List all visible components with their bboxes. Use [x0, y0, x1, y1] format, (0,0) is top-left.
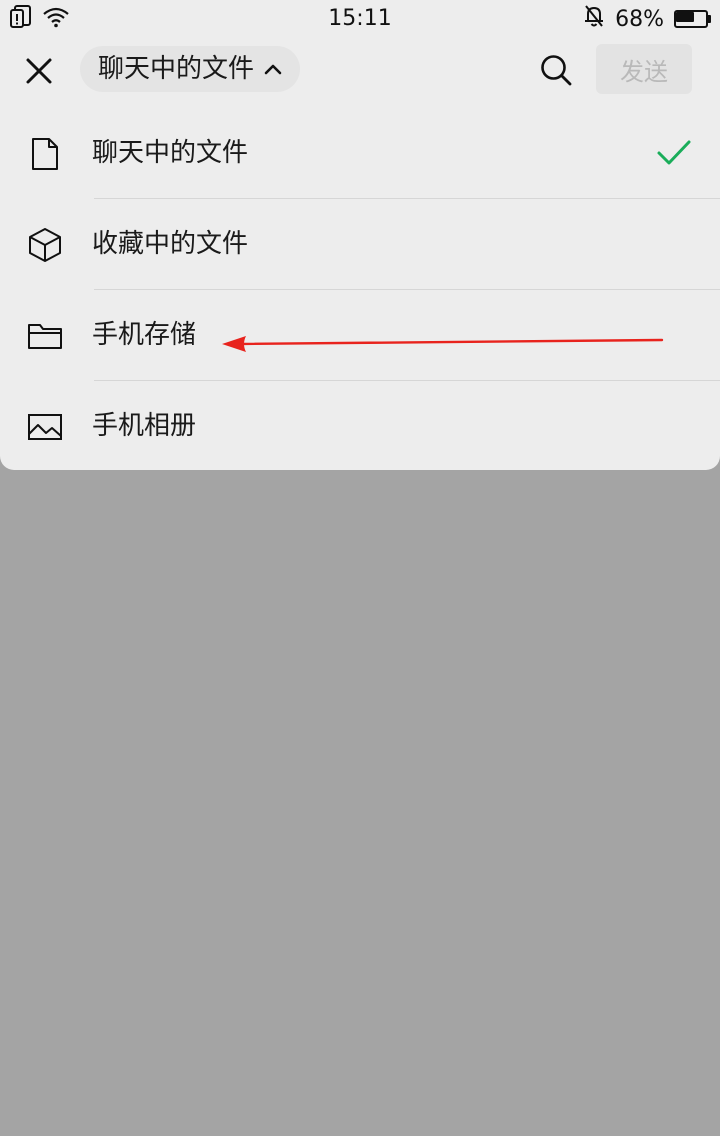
menu-item-label: 收藏中的文件 — [92, 229, 249, 259]
source-selector-dropdown[interactable]: 聊天中的文件 — [80, 46, 301, 92]
send-button[interactable]: 发送 — [596, 44, 692, 94]
check-icon — [657, 140, 691, 165]
status-bar: 15:11 68% — [0, 0, 720, 38]
menu-item-label: 聊天中的文件 — [92, 138, 249, 168]
screen: 15:11 68% 聊天中的文件 发送 聊天中的文件 收藏中的文件 手机存储 手… — [0, 0, 720, 1136]
status-right-icons: 68% — [583, 4, 711, 34]
image-icon — [26, 408, 64, 446]
close-icon — [26, 58, 52, 84]
toolbar: 聊天中的文件 发送 — [0, 38, 720, 102]
cube-icon — [26, 226, 64, 264]
menu-item-label: 手机相册 — [92, 411, 197, 441]
search-button[interactable] — [536, 50, 576, 90]
battery-level-fill — [676, 12, 694, 22]
source-selector-label: 聊天中的文件 — [98, 54, 255, 84]
battery-icon — [674, 10, 711, 28]
file-source-menu: 聊天中的文件 收藏中的文件 手机存储 手机相册 — [0, 108, 720, 472]
file-icon — [26, 135, 64, 173]
menu-item-phone-storage[interactable]: 手机存储 — [0, 290, 720, 381]
menu-item-favorite-files[interactable]: 收藏中的文件 — [0, 199, 720, 290]
close-button[interactable] — [20, 52, 58, 90]
search-icon — [541, 55, 572, 86]
menu-item-chat-files[interactable]: 聊天中的文件 — [0, 108, 720, 199]
chevron-up-icon — [264, 64, 282, 75]
folder-icon — [26, 317, 64, 355]
file-source-dropdown-panel: 15:11 68% 聊天中的文件 发送 聊天中的文件 收藏中的文件 手机存储 手… — [0, 0, 720, 470]
menu-item-phone-album[interactable]: 手机相册 — [0, 381, 720, 472]
bell-muted-icon — [583, 4, 605, 34]
battery-percent: 68% — [615, 6, 664, 32]
menu-item-label: 手机存储 — [92, 320, 197, 350]
